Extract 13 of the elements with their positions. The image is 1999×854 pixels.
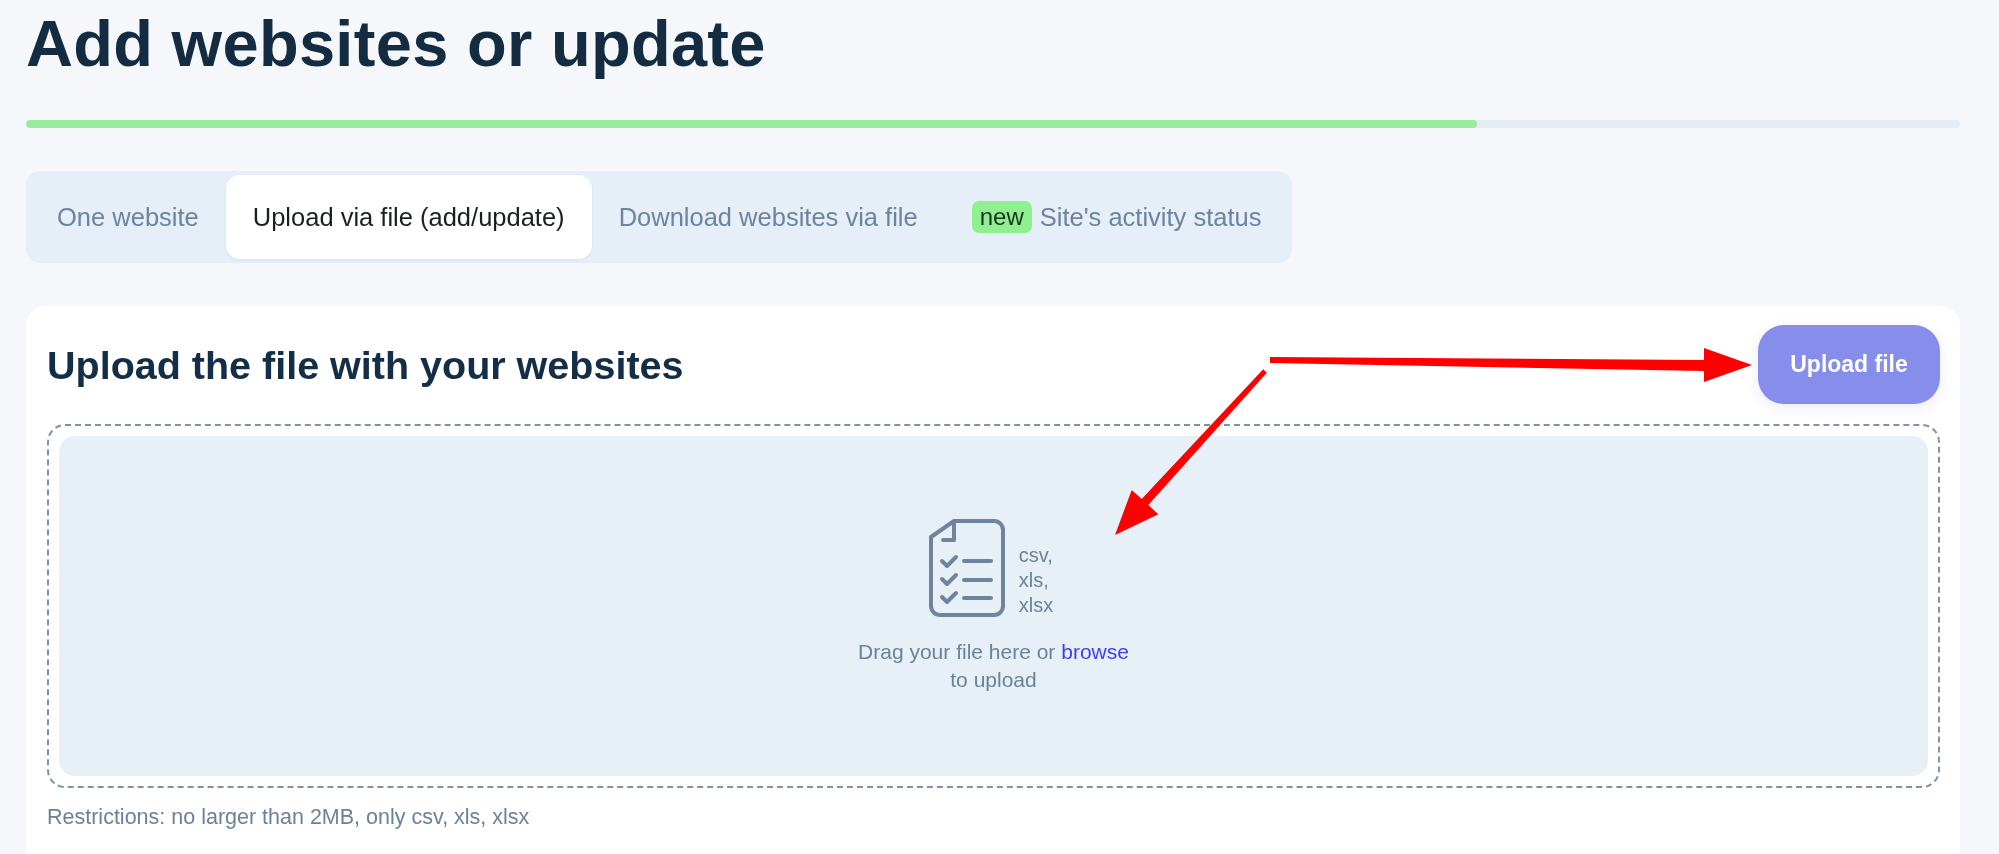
tab[interactable]: Upload via file (add/update)	[225, 175, 592, 259]
tab[interactable]: new Site's activity status	[944, 175, 1289, 259]
page-title: Add websites or update	[26, 8, 766, 80]
drop-instructions: Drag your file here or browse to upload	[858, 639, 1129, 693]
card-heading: Upload the file with your websites	[47, 341, 684, 389]
browse-link[interactable]: browse	[1061, 640, 1129, 663]
tab[interactable]: One website	[30, 175, 226, 259]
tab[interactable]: Download websites via file	[591, 175, 945, 259]
checklist-file-icon	[927, 518, 1006, 618]
restrictions-note: Restrictions: no larger than 2MB, only csv, xls, xlsx	[47, 805, 530, 829]
drop-zone[interactable]: csv, xls, xlsx Drag your file here or browse to upload	[47, 424, 1940, 788]
tab-badge: new	[971, 201, 1032, 233]
file-formats: csv, xls, xlsx	[1018, 543, 1054, 618]
